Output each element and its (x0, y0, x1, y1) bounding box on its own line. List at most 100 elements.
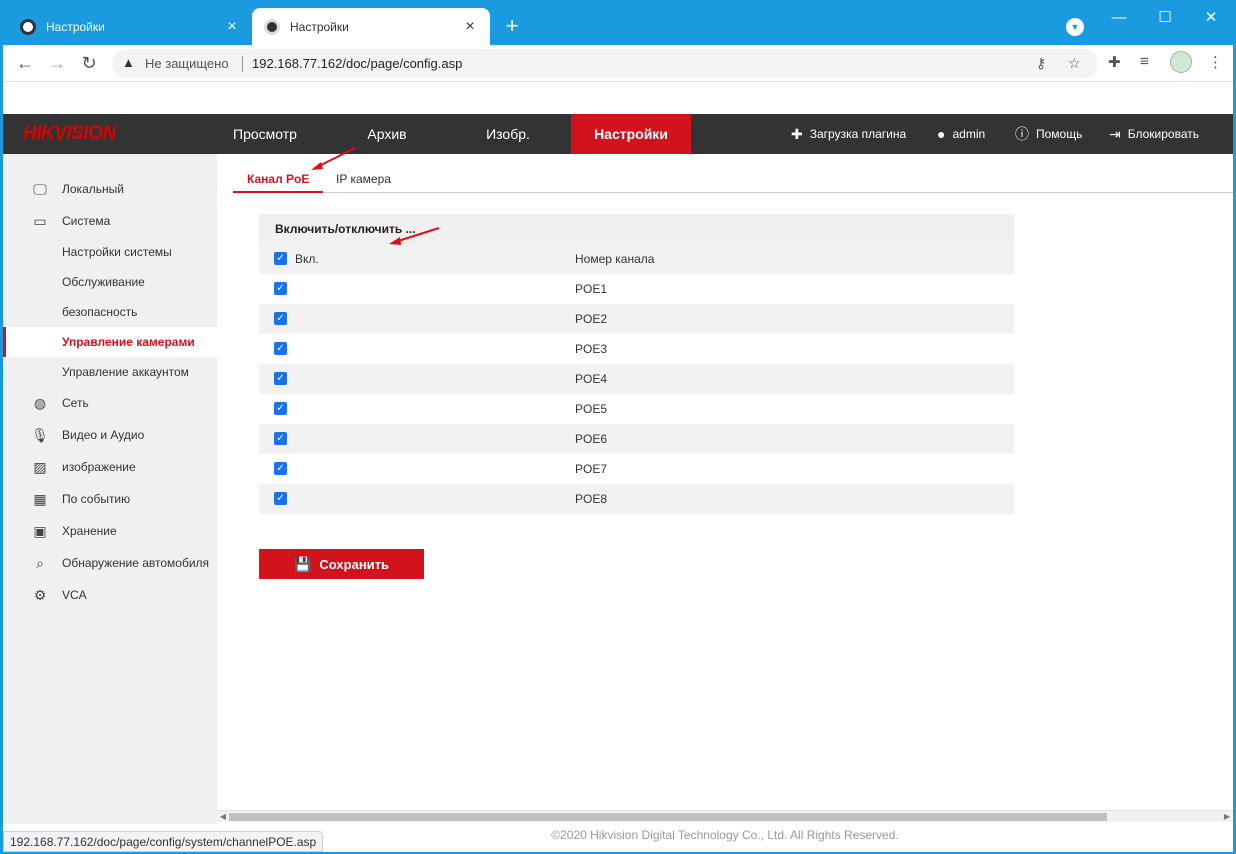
car-search-icon: ⌕ (36, 554, 44, 571)
sidebar-item-label: Локальный (62, 182, 124, 196)
not-secure-label[interactable]: Не защищено (145, 56, 229, 71)
table-header-row: ✓ Вкл. Номер канала (259, 244, 1014, 274)
user-menu[interactable]: ● admin (937, 114, 985, 154)
row-checkbox[interactable]: ✓ (274, 342, 287, 355)
media-icon[interactable]: ≡ (1140, 53, 1149, 70)
tab-title: Настройки (290, 19, 349, 34)
browser-tab-2[interactable]: Настройки × (252, 8, 490, 45)
table-title: Включить/отключить ... (259, 214, 1014, 244)
close-window-icon[interactable]: ✕ (1188, 6, 1234, 30)
browser-toolbar: ← → ↻ ▲ Не защищено 192.168.77.162/doc/p… (0, 45, 1236, 82)
row-checkbox[interactable]: ✓ (274, 432, 287, 445)
calendar-icon: ▦ (33, 490, 47, 507)
warning-icon[interactable]: ▲ (122, 55, 135, 70)
sidebar-item-storage[interactable]: ▣ Хранение (3, 516, 217, 546)
channel-number: POE5 (575, 402, 608, 416)
row-checkbox[interactable]: ✓ (274, 372, 287, 385)
scroll-right-icon[interactable]: ▶ (1221, 811, 1233, 823)
sidebar-item-label: изображение (62, 460, 136, 474)
column-header-channel: Номер канала (575, 252, 655, 266)
sidebar-item-system[interactable]: ▭ Система (3, 206, 217, 236)
table-row: ✓ POE2 (259, 304, 1014, 334)
tab-search-icon[interactable]: ▼ (1066, 18, 1084, 36)
help-label: Помощь (1036, 127, 1083, 141)
user-label: admin (952, 127, 986, 141)
sidebar-item-vca[interactable]: ⚙ VCA (3, 580, 217, 610)
help-link[interactable]: ⓘ Помощь (1015, 114, 1082, 154)
table-row: ✓ POE3 (259, 334, 1014, 364)
save-label: Сохранить (319, 556, 390, 572)
sidebar-item-video-audio[interactable]: 🎙 Видео и Аудио (3, 420, 217, 450)
status-bar-url: 192.168.77.162/doc/page/config/system/ch… (3, 831, 324, 852)
sidebar: 🖵 Локальный ▭ Система Настройки системы … (3, 154, 217, 824)
sidebar-item-image[interactable]: ▨ изображение (3, 452, 217, 482)
maximize-icon[interactable]: ☐ (1142, 6, 1188, 30)
sidebar-item-label: Хранение (62, 524, 117, 538)
scrollbar-thumb[interactable] (229, 813, 1107, 821)
channel-number: POE4 (575, 372, 608, 386)
sidebar-item-network[interactable]: ◍ Сеть (3, 388, 217, 418)
key-icon[interactable]: ⚷ (1036, 55, 1046, 72)
select-all-checkbox[interactable]: ✓ (274, 252, 287, 265)
sidebar-item-account-management[interactable]: Управление аккаунтом (3, 357, 217, 387)
sidebar-item-security[interactable]: безопасность (3, 297, 217, 327)
url-text[interactable]: 192.168.77.162/doc/page/config.asp (252, 56, 462, 71)
logout-icon: ⇥ (1109, 126, 1121, 142)
channel-number: POE8 (575, 492, 608, 506)
close-icon[interactable]: × (224, 18, 240, 36)
nav-live-view[interactable]: Просмотр (215, 114, 315, 154)
table-row: ✓ POE6 (259, 424, 1014, 454)
sidebar-item-label: Система (62, 214, 111, 228)
poe-channel-table: Включить/отключить ... ✓ Вкл. Номер кана… (259, 214, 1014, 514)
row-checkbox[interactable]: ✓ (274, 462, 287, 475)
floppy-icon: 💾 (293, 555, 312, 572)
new-tab-button[interactable]: + (500, 14, 524, 38)
close-icon[interactable]: × (462, 18, 478, 36)
row-checkbox[interactable]: ✓ (274, 282, 287, 295)
camera-favicon-icon (20, 18, 36, 35)
forward-icon[interactable]: → (46, 52, 68, 74)
sidebar-item-label: По событию (62, 492, 131, 506)
nav-configuration[interactable]: Настройки (571, 114, 691, 154)
sidebar-item-vehicle-detection[interactable]: ⌕ Обнаружение автомобиля (3, 548, 217, 578)
menu-icon[interactable]: ⋮ (1208, 53, 1223, 71)
table-row: ✓ POE8 (259, 484, 1014, 514)
sidebar-item-camera-management[interactable]: Управление камерами (3, 327, 217, 357)
floppy-icon: ▣ (33, 522, 47, 539)
nav-picture[interactable]: Изобр. (458, 114, 558, 154)
hikvision-logo: HIKVISION (23, 123, 116, 144)
reload-icon[interactable]: ↻ (78, 52, 100, 74)
sidebar-item-local[interactable]: 🖵 Локальный (3, 174, 217, 204)
copyright-footer: ©2020 Hikvision Digital Technology Co., … (551, 828, 899, 842)
annotation-arrow (311, 147, 356, 170)
minimize-icon[interactable]: — (1096, 6, 1142, 30)
sidebar-item-system-settings[interactable]: Настройки системы (3, 237, 217, 267)
row-checkbox[interactable]: ✓ (274, 312, 287, 325)
avatar[interactable] (1170, 51, 1192, 73)
vca-icon: ⚙ (33, 586, 47, 603)
logout-link[interactable]: ⇥ Блокировать (1109, 114, 1199, 154)
globe-icon: ◍ (33, 394, 47, 411)
sidebar-item-event[interactable]: ▦ По событию (3, 484, 217, 514)
image-icon: ▨ (33, 458, 47, 475)
sidebar-item-label: Сеть (62, 396, 89, 410)
extensions-icon[interactable]: ✚ (1108, 53, 1121, 71)
back-icon[interactable]: ← (14, 52, 36, 74)
main-content: Канал PoE IP камера Включить/отключить .… (217, 147, 1233, 810)
plugin-download-link[interactable]: ✚ Загрузка плагина (791, 114, 906, 154)
divider (242, 56, 243, 72)
browser-tab-1[interactable]: Настройки × (8, 8, 252, 45)
browser-tabstrip: Настройки × Настройки × + ▼ — ☐ ✕ (0, 0, 1236, 45)
sidebar-item-maintenance[interactable]: Обслуживание (3, 267, 217, 297)
scroll-left-icon[interactable]: ◀ (217, 811, 229, 823)
row-checkbox[interactable]: ✓ (274, 492, 287, 505)
channel-number: POE2 (575, 312, 608, 326)
save-button[interactable]: 💾 Сохранить (259, 549, 424, 579)
table-row: ✓ POE7 (259, 454, 1014, 484)
star-icon[interactable]: ☆ (1068, 55, 1081, 72)
address-bar[interactable]: ▲ Не защищено 192.168.77.162/doc/page/co… (112, 49, 1098, 78)
row-checkbox[interactable]: ✓ (274, 402, 287, 415)
table-row: ✓ POE4 (259, 364, 1014, 394)
horizontal-scrollbar[interactable]: ◀ ▶ (217, 810, 1233, 822)
mic-icon: 🎙 (31, 426, 49, 443)
